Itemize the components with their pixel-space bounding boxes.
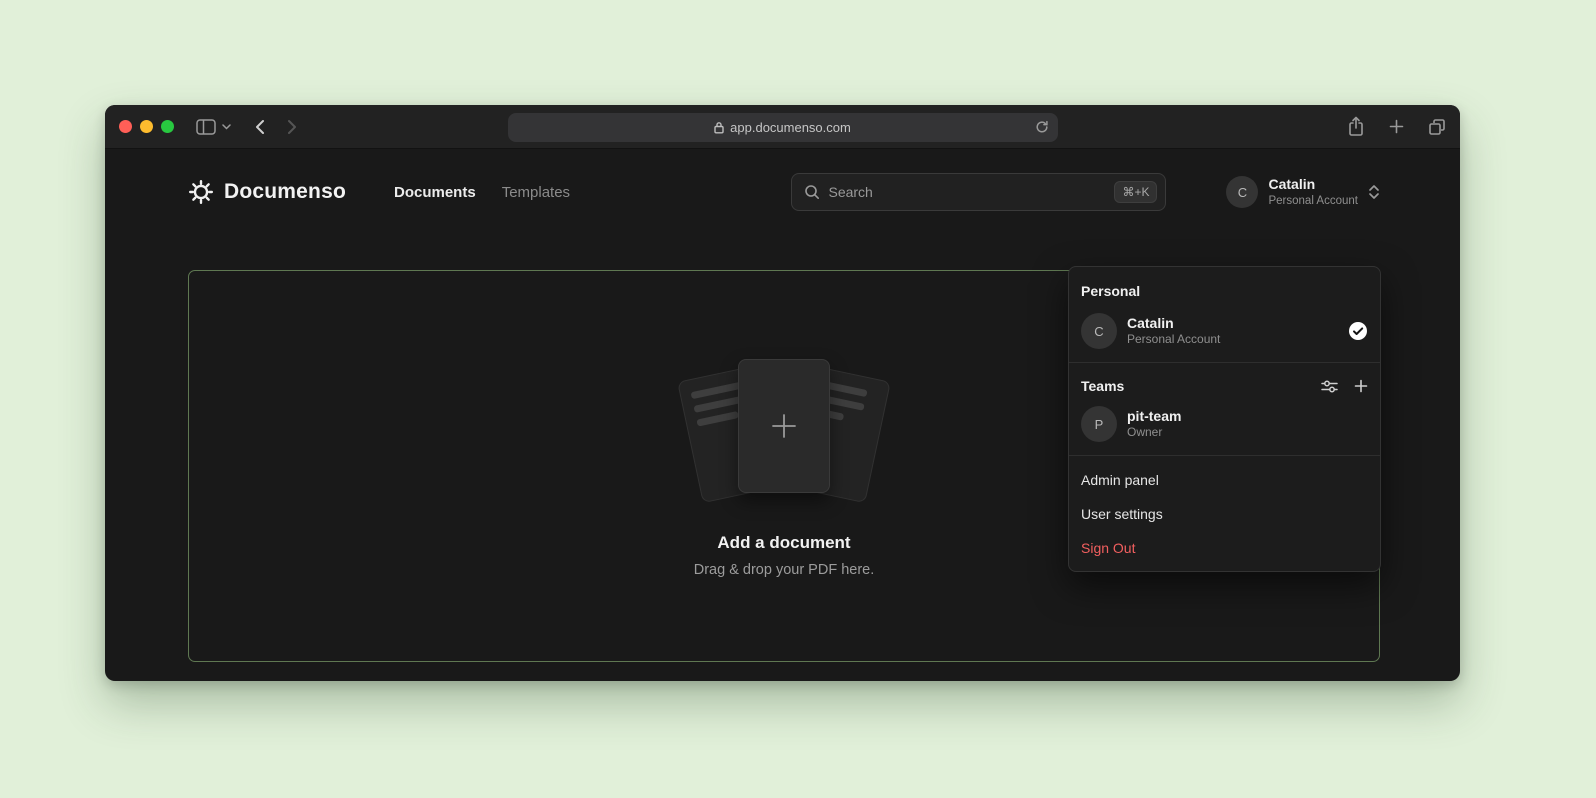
dropzone-title: Add a document [717, 533, 850, 553]
documenso-logo-icon [188, 179, 214, 205]
nav-templates[interactable]: Templates [502, 184, 570, 201]
teams-header: Teams [1069, 370, 1380, 400]
team-role: Owner [1127, 425, 1181, 441]
brand[interactable]: Documenso [188, 179, 346, 205]
account-name: Catalin [1268, 176, 1358, 194]
search-input[interactable] [828, 184, 1106, 200]
personal-account-item[interactable]: C Catalin Personal Account [1069, 307, 1380, 355]
menu-item-sign-out[interactable]: Sign Out [1069, 531, 1380, 565]
chevrons-updown-icon [1368, 183, 1380, 201]
zoom-icon[interactable] [161, 120, 174, 133]
documents-illustration [679, 355, 889, 507]
address-bar[interactable]: app.documenso.com [508, 113, 1058, 142]
lock-icon [714, 121, 724, 134]
menu-item-admin-panel[interactable]: Admin panel [1069, 463, 1380, 497]
dropzone-subtitle: Drag & drop your PDF here. [694, 562, 875, 578]
forward-icon[interactable] [287, 119, 297, 135]
refresh-icon[interactable] [1035, 120, 1049, 134]
new-tab-icon[interactable] [1389, 119, 1404, 134]
nav-documents[interactable]: Documents [394, 184, 476, 201]
account-menu-trigger[interactable]: C Catalin Personal Account [1226, 176, 1380, 208]
browser-window: app.documenso.com [105, 105, 1460, 681]
page-content: Documenso Documents Templates ⌘+K C Cata… [105, 149, 1460, 680]
avatar: P [1081, 406, 1117, 442]
sidebar-toggle-icon[interactable] [196, 119, 216, 135]
browser-toolbar: app.documenso.com [105, 105, 1460, 149]
account-dropdown-menu: Personal C Catalin Personal Account Team… [1068, 266, 1381, 572]
main-nav: Documents Templates [394, 184, 570, 201]
doc-card-center [738, 359, 830, 493]
chevron-down-icon[interactable] [222, 124, 231, 130]
url-text: app.documenso.com [730, 120, 851, 135]
personal-item-subtitle: Personal Account [1127, 332, 1220, 348]
menu-item-user-settings[interactable]: User settings [1069, 497, 1380, 531]
close-icon[interactable] [119, 120, 132, 133]
add-team-icon[interactable] [1354, 379, 1368, 393]
manage-teams-icon[interactable] [1321, 379, 1338, 394]
avatar: C [1081, 313, 1117, 349]
traffic-lights [119, 120, 174, 133]
search-box[interactable]: ⌘+K [791, 173, 1166, 211]
account-subtitle: Personal Account [1268, 194, 1358, 208]
divider [1069, 455, 1380, 456]
minimize-icon[interactable] [140, 120, 153, 133]
divider [1069, 362, 1380, 363]
search-shortcut-badge: ⌘+K [1114, 181, 1157, 203]
personal-section-label: Personal [1069, 271, 1380, 307]
plus-icon [767, 409, 801, 443]
app-header: Documenso Documents Templates ⌘+K C Cata… [105, 149, 1460, 235]
check-circle-icon [1348, 321, 1368, 341]
brand-name: Documenso [224, 180, 346, 204]
team-name: pit-team [1127, 407, 1181, 425]
share-icon[interactable] [1347, 116, 1365, 137]
search-icon [804, 184, 820, 200]
personal-item-name: Catalin [1127, 314, 1220, 332]
back-icon[interactable] [255, 119, 265, 135]
teams-section-label: Teams [1081, 378, 1124, 394]
avatar: C [1226, 176, 1258, 208]
tab-overview-icon[interactable] [1428, 118, 1446, 136]
team-item[interactable]: P pit-team Owner [1069, 400, 1380, 448]
